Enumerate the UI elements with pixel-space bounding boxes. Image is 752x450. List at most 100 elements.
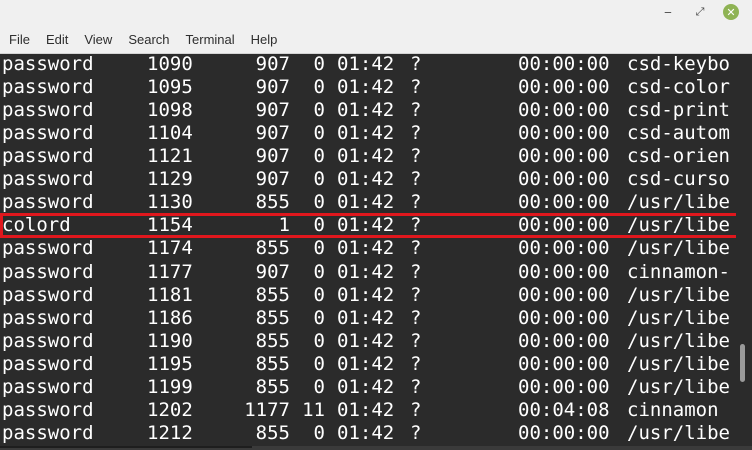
process-pid: 1121 bbox=[147, 145, 193, 168]
process-cpu: 0 bbox=[313, 214, 325, 237]
process-ppid: 855 bbox=[255, 191, 290, 214]
process-pid: 1199 bbox=[147, 375, 193, 398]
process-pid: 1202 bbox=[147, 398, 193, 421]
menu-edit[interactable]: Edit bbox=[38, 26, 76, 53]
process-ppid: 855 bbox=[255, 352, 290, 375]
process-stime: 01:42 bbox=[337, 191, 395, 214]
process-user: password bbox=[2, 375, 94, 398]
process-pid: 1181 bbox=[147, 283, 193, 306]
process-pid: 1098 bbox=[147, 99, 193, 122]
process-time: 00:00:00 bbox=[518, 237, 610, 260]
process-stime: 01:42 bbox=[337, 76, 395, 99]
process-ppid: 1177 bbox=[244, 398, 290, 421]
process-user: password bbox=[2, 145, 94, 168]
scrollbar[interactable] bbox=[736, 54, 752, 446]
process-ppid: 1 bbox=[278, 214, 290, 237]
minimize-icon[interactable]: ‒ bbox=[660, 4, 676, 20]
process-row: password 1181 855 0 01:42? 00:00:00/usr/libe bbox=[0, 284, 736, 307]
process-row: password 1199 855 0 01:42? 00:00:00/usr/libe bbox=[0, 376, 736, 399]
process-pid: 1195 bbox=[147, 352, 193, 375]
process-user: password bbox=[2, 329, 94, 352]
menu-terminal[interactable]: Terminal bbox=[178, 26, 243, 53]
process-ppid: 907 bbox=[255, 99, 290, 122]
menu-view[interactable]: View bbox=[76, 26, 120, 53]
process-ppid: 855 bbox=[255, 283, 290, 306]
process-stime: 01:42 bbox=[337, 306, 395, 329]
process-ppid: 907 bbox=[255, 122, 290, 145]
process-cpu: 0 bbox=[313, 375, 325, 398]
process-pid: 1104 bbox=[147, 122, 193, 145]
process-row: password 1129 907 0 01:42? 00:00:00 csd-curso bbox=[0, 168, 736, 191]
process-ppid: 907 bbox=[255, 260, 290, 283]
menu-help[interactable]: Help bbox=[243, 26, 286, 53]
process-time: 00:00:00 bbox=[518, 421, 610, 444]
process-cpu: 0 bbox=[313, 99, 325, 122]
process-time: 00:00:00 bbox=[518, 329, 610, 352]
process-user: password bbox=[2, 306, 94, 329]
process-command: csd-autom bbox=[627, 122, 730, 145]
process-time: 00:00:00 bbox=[518, 283, 610, 306]
process-tty: ? bbox=[410, 122, 422, 145]
process-cpu: 0 bbox=[313, 168, 325, 191]
process-tty: ? bbox=[410, 237, 422, 260]
process-row: password 1177 907 0 01:42? 00:00:00 cinnamon- bbox=[0, 261, 736, 284]
process-pid: 1130 bbox=[147, 191, 193, 214]
process-pid: 1129 bbox=[147, 168, 193, 191]
process-cpu: 0 bbox=[313, 329, 325, 352]
process-command: csd-print bbox=[627, 99, 730, 122]
process-stime: 01:42 bbox=[337, 352, 395, 375]
process-tty: ? bbox=[410, 54, 422, 75]
process-ppid: 855 bbox=[255, 329, 290, 352]
process-tty: ? bbox=[410, 145, 422, 168]
process-tty: ? bbox=[410, 99, 422, 122]
process-user: password bbox=[2, 191, 94, 214]
process-ppid: 855 bbox=[255, 237, 290, 260]
process-user: password bbox=[2, 99, 94, 122]
process-cpu: 0 bbox=[313, 145, 325, 168]
process-row: password 1130 855 0 01:42? 00:00:00/usr/libe bbox=[0, 191, 736, 214]
process-user: password bbox=[2, 398, 94, 421]
terminal-output[interactable]: password 1090 907 0 01:42? 00:00:00 csd-keybo p… bbox=[0, 54, 736, 446]
process-stime: 01:42 bbox=[337, 54, 395, 75]
scrollbar-thumb[interactable] bbox=[740, 344, 745, 382]
process-stime: 01:42 bbox=[337, 375, 395, 398]
process-command: /usr/libe bbox=[627, 191, 730, 214]
maximize-icon[interactable]: ⤢ bbox=[692, 4, 708, 20]
process-row: password 1190 855 0 01:42? 00:00:00/usr/libe bbox=[0, 330, 736, 353]
process-time: 00:00:00 bbox=[518, 306, 610, 329]
process-ppid: 855 bbox=[255, 375, 290, 398]
process-tty: ? bbox=[410, 191, 422, 214]
menu-search[interactable]: Search bbox=[120, 26, 177, 53]
process-ppid: 855 bbox=[255, 421, 290, 444]
process-user: password bbox=[2, 168, 94, 191]
process-tty: ? bbox=[410, 375, 422, 398]
process-row: password 1186 855 0 01:42? 00:00:00/usr/libe bbox=[0, 307, 736, 330]
process-tty: ? bbox=[410, 352, 422, 375]
process-pid: 1190 bbox=[147, 329, 193, 352]
process-time: 00:00:00 bbox=[518, 375, 610, 398]
process-time: 00:04:08 bbox=[518, 398, 610, 421]
process-command: /usr/libe bbox=[627, 237, 730, 260]
process-tty: ? bbox=[410, 260, 422, 283]
process-command: csd-color bbox=[627, 76, 730, 99]
process-row: password 1090 907 0 01:42? 00:00:00 csd-keybo bbox=[0, 54, 736, 76]
process-row: password 1098 907 0 01:42? 00:00:00 csd-print bbox=[0, 99, 736, 122]
menu-file[interactable]: File bbox=[0, 26, 38, 53]
close-icon[interactable]: ✕ bbox=[723, 4, 739, 20]
process-pid: 1095 bbox=[147, 76, 193, 99]
process-tty: ? bbox=[410, 306, 422, 329]
process-user: password bbox=[2, 352, 94, 375]
process-command: csd-curso bbox=[627, 168, 730, 191]
process-row: password 1095 907 0 01:42? 00:00:00 csd-color bbox=[0, 76, 736, 99]
process-pid: 1212 bbox=[147, 421, 193, 444]
process-row: password 1202 1177 11 01:42? 00:04:08 cinnamon bbox=[0, 399, 736, 422]
process-tty: ? bbox=[410, 421, 422, 444]
process-ppid: 907 bbox=[255, 54, 290, 75]
process-pid: 1174 bbox=[147, 237, 193, 260]
process-user: password bbox=[2, 54, 94, 75]
process-user: colord bbox=[2, 214, 71, 237]
process-pid: 1186 bbox=[147, 306, 193, 329]
process-user: password bbox=[2, 237, 94, 260]
process-pid: 1177 bbox=[147, 260, 193, 283]
process-stime: 01:42 bbox=[337, 283, 395, 306]
